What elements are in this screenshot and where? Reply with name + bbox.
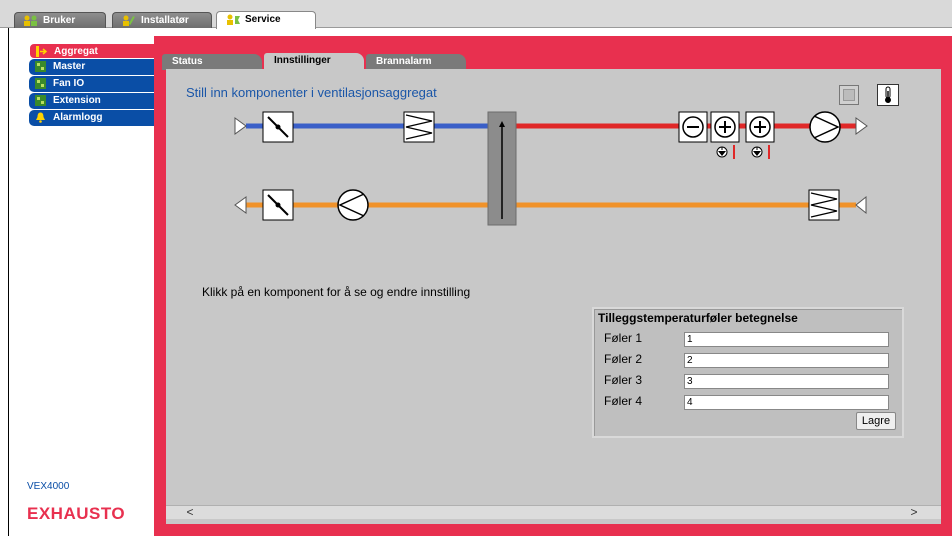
tab-service-label: Service bbox=[245, 14, 281, 25]
sensor-2-label: Føler 2 bbox=[604, 352, 643, 366]
sidebar: Aggregat Master Fan IO Extension Alarmlo… bbox=[8, 28, 162, 536]
sensor-group-title: Tilleggstemperaturføler betegnelse bbox=[598, 311, 798, 325]
tab-brannalarm[interactable]: Brannalarm bbox=[366, 54, 466, 70]
bell-icon bbox=[36, 112, 45, 123]
heater-2-icon[interactable] bbox=[745, 111, 775, 143]
heat-exchanger-icon[interactable] bbox=[487, 111, 517, 226]
sidebar-item-master[interactable]: Master bbox=[29, 59, 162, 75]
module-icon bbox=[35, 78, 46, 89]
extract-filter-icon[interactable] bbox=[808, 189, 840, 221]
extract-fan-icon[interactable] bbox=[337, 189, 369, 221]
supply-filter-icon[interactable] bbox=[403, 111, 435, 143]
sidebar-item-fan-io-label: Fan IO bbox=[53, 78, 85, 89]
heater-1-icon[interactable] bbox=[710, 111, 740, 143]
sidebar-item-master-label: Master bbox=[53, 61, 86, 72]
module-icon bbox=[35, 95, 46, 106]
model-label: VEX4000 bbox=[27, 481, 70, 492]
tab-installator-label: Installatør bbox=[141, 15, 189, 26]
installer-icon bbox=[123, 15, 135, 26]
instruction-text: Klikk på en komponent for å se og endre … bbox=[202, 285, 471, 299]
sidebar-item-fan-io[interactable]: Fan IO bbox=[29, 76, 162, 92]
settings-panel: Still inn komponenter i ventilasjonsaggr… bbox=[166, 69, 941, 524]
sensor-3-field[interactable] bbox=[684, 374, 889, 389]
tab-status[interactable]: Status bbox=[162, 54, 262, 70]
sensor-1-field[interactable] bbox=[684, 332, 889, 347]
sensor-4-label: Føler 4 bbox=[604, 394, 643, 408]
brand-logo: EXHAUSTO bbox=[27, 504, 126, 523]
tab-innstillinger[interactable]: Innstillinger bbox=[264, 53, 364, 70]
sensor-2-field[interactable] bbox=[684, 353, 889, 368]
unit-icon bbox=[36, 46, 47, 57]
top-tab-bar: Bruker Installatør Service bbox=[0, 0, 952, 29]
supply-fan-icon[interactable] bbox=[809, 111, 841, 143]
sensor-names-group: Tilleggstemperaturføler betegnelse Føler… bbox=[592, 307, 904, 438]
ventilation-diagram bbox=[234, 111, 868, 226]
tab-bruker-label: Bruker bbox=[43, 15, 76, 26]
service-icon bbox=[227, 14, 240, 25]
tab-bruker[interactable]: Bruker bbox=[14, 12, 106, 28]
save-button[interactable]: Lagre bbox=[856, 412, 896, 430]
tab-status-label: Status bbox=[172, 56, 203, 67]
outdoor-air-inlet-icon bbox=[234, 117, 247, 135]
sidebar-item-alarmlogg[interactable]: Alarmlogg bbox=[29, 110, 162, 126]
extract-inlet-icon bbox=[855, 195, 867, 215]
pump-2-icon[interactable] bbox=[751, 146, 763, 158]
sensor-1-label: Føler 1 bbox=[604, 331, 643, 345]
users-icon bbox=[24, 15, 37, 26]
sidebar-item-extension[interactable]: Extension bbox=[29, 93, 162, 109]
module-icon bbox=[35, 61, 46, 72]
supply-damper-icon[interactable] bbox=[262, 111, 294, 143]
sidebar-item-alarmlogg-label: Alarmlogg bbox=[53, 112, 103, 123]
horizontal-scrollbar[interactable]: < > bbox=[166, 505, 941, 519]
pump-1-icon[interactable] bbox=[716, 146, 728, 158]
sidebar-item-aggregat-label: Aggregat bbox=[54, 46, 98, 57]
main-frame: Status Innstillinger Brannalarm Still in… bbox=[154, 36, 952, 536]
sensor-3-label: Føler 3 bbox=[604, 373, 643, 387]
app-window: Bruker Installatør Service Aggregat Mast… bbox=[0, 0, 952, 536]
tab-installator[interactable]: Installatør bbox=[112, 12, 212, 28]
supply-outlet-icon bbox=[855, 117, 868, 135]
sidebar-item-extension-label: Extension bbox=[53, 95, 101, 106]
sidebar-item-aggregat[interactable]: Aggregat bbox=[29, 43, 162, 59]
scroll-right-button[interactable]: > bbox=[906, 506, 922, 519]
tab-brannalarm-label: Brannalarm bbox=[376, 56, 432, 67]
cooler-icon[interactable] bbox=[678, 111, 708, 143]
tab-innstillinger-label: Innstillinger bbox=[274, 55, 331, 66]
sensor-4-field[interactable] bbox=[684, 395, 889, 410]
exhaust-outlet-icon bbox=[234, 196, 247, 214]
extract-damper-icon[interactable] bbox=[262, 189, 294, 221]
tab-service[interactable]: Service bbox=[216, 11, 316, 29]
scroll-left-button[interactable]: < bbox=[182, 506, 198, 519]
